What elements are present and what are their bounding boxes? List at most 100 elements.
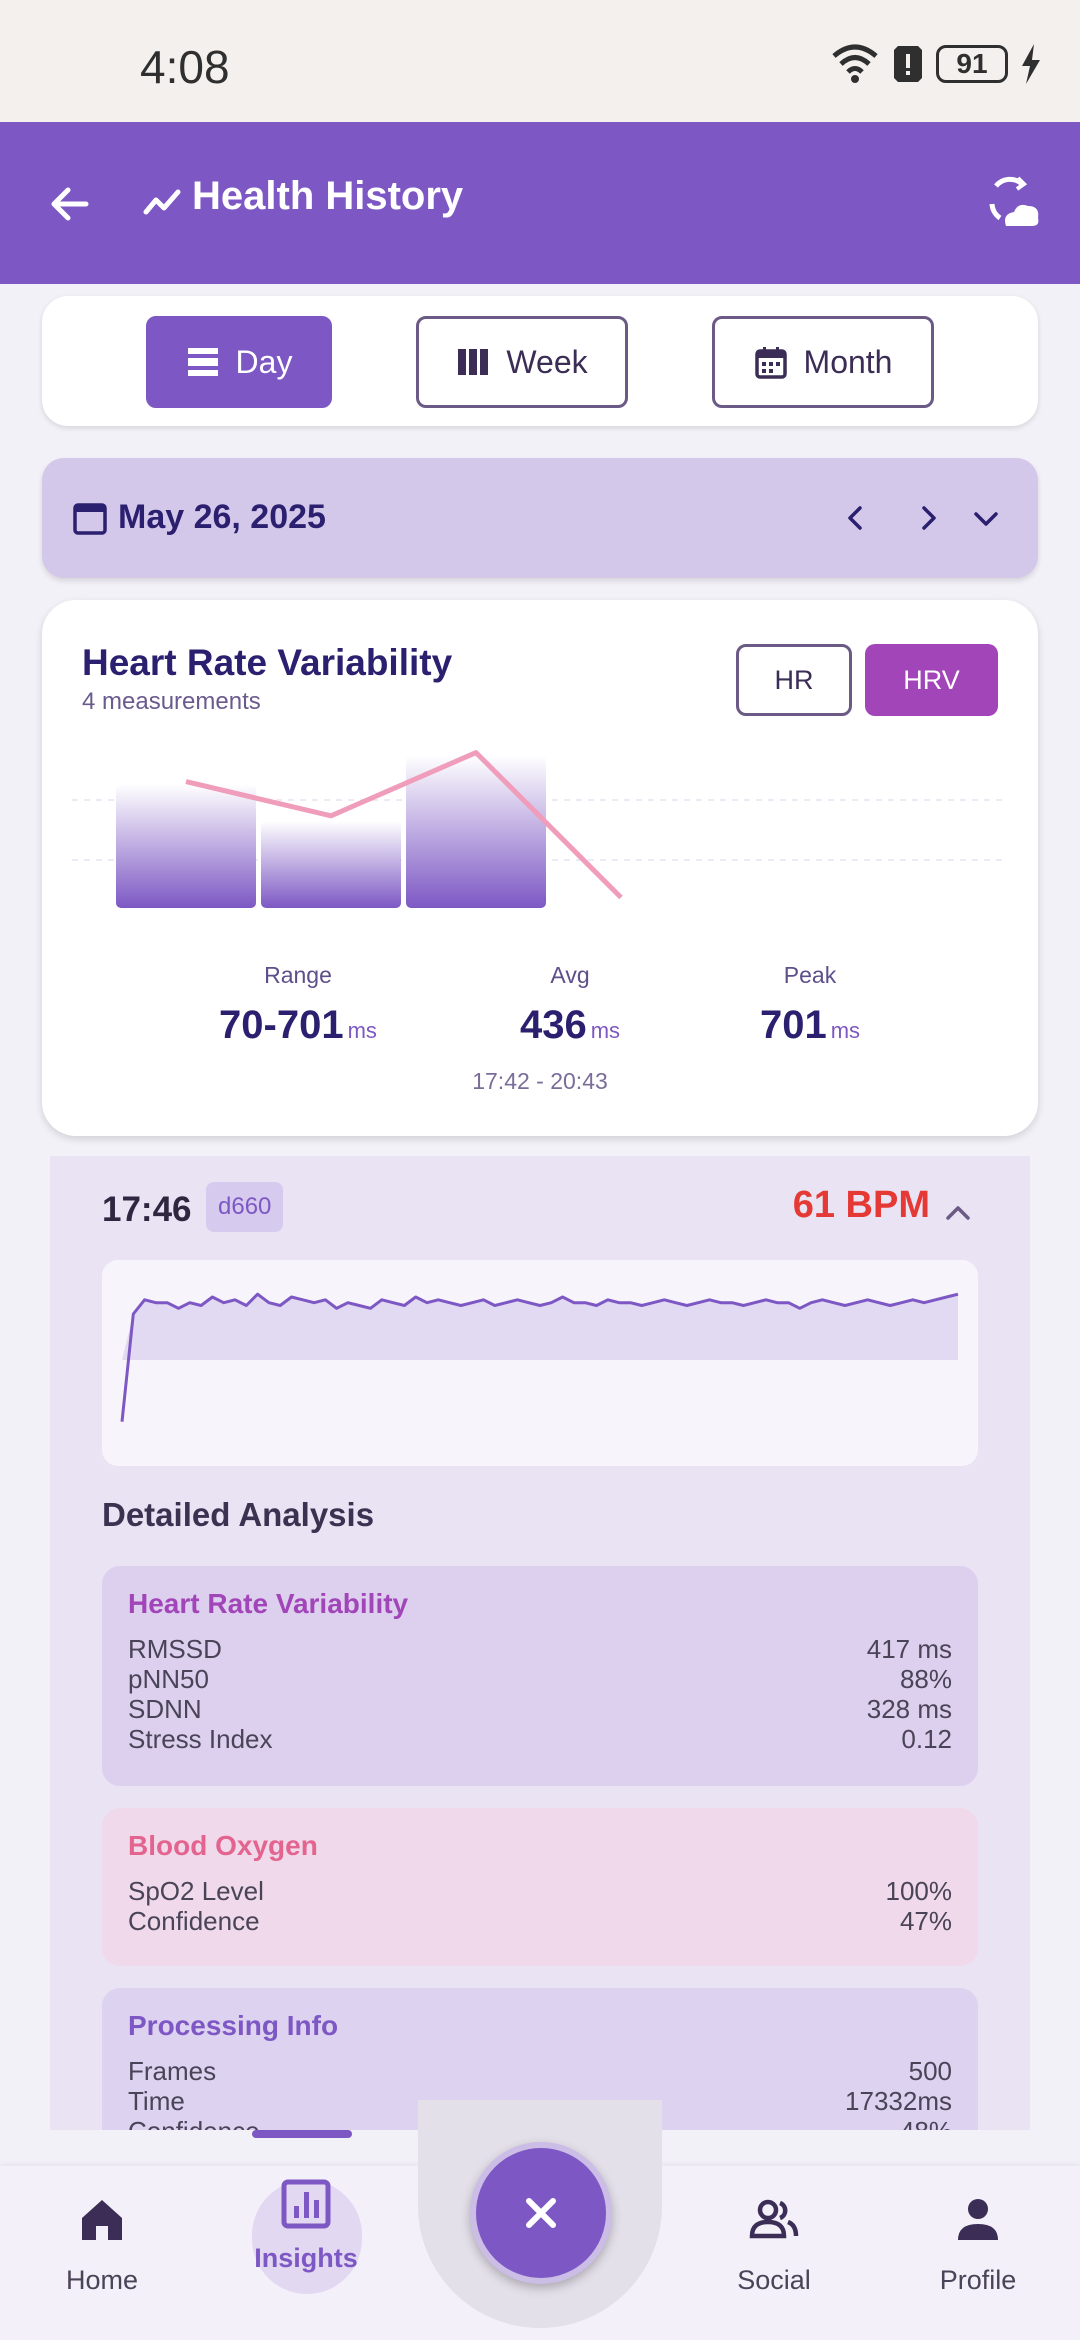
stat-avg-value: 436 [519, 1003, 587, 1047]
metric-label: Time [128, 2086, 185, 2116]
chevron-right-icon[interactable] [904, 494, 952, 542]
chevron-up-icon[interactable] [942, 1196, 974, 1228]
stat-avg-label: Avg [550, 962, 590, 988]
metric-label: SpO2 Level [128, 1876, 264, 1906]
nav-insights-label: Insights [254, 2243, 358, 2273]
date-navigator: May 26, 2025 [42, 458, 1038, 578]
hrv-chart-card: Heart Rate Variability 4 measurements HR… [42, 600, 1038, 1136]
metric-value: 47% [899, 1906, 952, 1936]
stat-range-value: 70-701 [219, 1003, 344, 1047]
scroll-indicator [252, 2130, 352, 2138]
metric-row: Confidence 47% [128, 1906, 952, 1936]
alert-icon [894, 46, 922, 82]
stat-avg-unit: ms [590, 1018, 621, 1043]
close-icon [526, 2198, 556, 2228]
reading-detail-panel: 17:46 d660 61 BPM Detailed Analysis Hear… [50, 1156, 1030, 2130]
metric-value: 17332ms [845, 2086, 952, 2116]
month-label: Month [803, 343, 893, 380]
metric-row: Stress Index 0.12 [128, 1724, 952, 1754]
calendar-icon [73, 503, 107, 535]
battery-indicator: 91 [936, 45, 1008, 83]
processing-info-title: Processing Info [128, 2010, 339, 2041]
selected-date: May 26, 2025 [118, 498, 326, 536]
cloud-sync-icon[interactable] [982, 174, 1044, 234]
reading-time: 17:46 [102, 1190, 192, 1229]
app-bar: Health History [0, 122, 1080, 284]
device-badge: d660 [206, 1182, 284, 1232]
status-time: 4:08 [140, 41, 230, 93]
close-fab-button[interactable] [470, 2142, 612, 2284]
metric-value: 328 ms [866, 1694, 952, 1724]
hrv-toggle-label: HRV [903, 664, 960, 695]
week-button[interactable]: Week [416, 316, 628, 408]
waveform-graph [120, 1292, 959, 1422]
group-icon [749, 2199, 799, 2239]
hrv-bar [406, 755, 546, 908]
metric-row: RMSSD 417 ms [128, 1634, 952, 1664]
stat-peak-value: 701 [759, 1003, 827, 1047]
metric-row: Frames 500 [128, 2056, 952, 2086]
home-icon [82, 2200, 122, 2240]
stat-peak: Peak 701 ms [690, 962, 930, 1048]
metric-label: pNN50 [128, 1664, 209, 1694]
hrv-bar [116, 784, 256, 908]
person-icon [958, 2199, 998, 2240]
metric-row: pNN50 88% [128, 1664, 952, 1694]
stat-avg: Avg 436 ms [450, 962, 690, 1048]
stat-range: Range 70-701 ms [178, 962, 418, 1048]
insights-icon [281, 2179, 331, 2229]
metric-value: 0.12 [901, 1724, 952, 1754]
chevron-down-icon[interactable] [962, 494, 1010, 542]
period-selector: Day Week Month [42, 296, 1038, 426]
metric-value: 88% [899, 1664, 952, 1694]
nav-home[interactable]: Home [22, 2192, 182, 2296]
hr-toggle-button[interactable]: HR [736, 644, 852, 716]
hrv-bar [261, 821, 401, 908]
stat-range-label: Range [264, 962, 332, 988]
day-label: Day [235, 343, 293, 380]
analysis-heading: Detailed Analysis [102, 1496, 375, 1533]
hrv-metrics-card: Heart Rate Variability RMSSD 417 ms pNN50… [102, 1566, 978, 1786]
metric-value: 48% [900, 2116, 952, 2130]
trend-icon [143, 189, 181, 215]
wifi-icon [832, 44, 878, 83]
hrv-toggle-button[interactable]: HRV [865, 644, 998, 716]
view-week-icon [458, 349, 489, 375]
back-arrow-icon[interactable] [42, 174, 102, 234]
month-button[interactable]: Month [712, 316, 934, 408]
metric-label: RMSSD [128, 1634, 222, 1664]
metric-label: Confidence [128, 2116, 260, 2130]
ppg-waveform [102, 1260, 978, 1466]
metric-label: Frames [128, 2056, 217, 2086]
view-day-icon [187, 348, 218, 376]
metric-value: 417 ms [866, 1634, 952, 1664]
blood-oxygen-card: Blood Oxygen SpO2 Level 100% Confidence 47… [102, 1808, 978, 1966]
time-range: 17:42 - 20:43 [472, 1068, 608, 1094]
nav-social[interactable]: Social [694, 2192, 854, 2296]
hr-toggle-label: HR [774, 664, 814, 695]
nav-profile-label: Profile [939, 2265, 1017, 2295]
page-title: Health History [192, 174, 464, 218]
nav-profile[interactable]: Profile [898, 2192, 1058, 2296]
status-bar: 4:08 91 [0, 0, 1080, 122]
metric-value: 500 [908, 2056, 952, 2086]
reading-bpm: 61 BPM [792, 1184, 930, 1226]
nav-home-label: Home [65, 2265, 139, 2295]
calendar-month-icon [754, 347, 787, 379]
metric-label: SDNN [128, 1694, 202, 1724]
nav-social-label: Social [737, 2265, 811, 2295]
hrv-metrics-title: Heart Rate Variability [128, 1588, 409, 1619]
metric-value: 100% [885, 1876, 953, 1906]
nav-insights[interactable]: Insights [226, 2176, 386, 2274]
stat-peak-label: Peak [783, 962, 837, 988]
metric-row: SpO2 Level 100% [128, 1876, 952, 1906]
day-button[interactable]: Day [146, 316, 332, 408]
stat-peak-unit: ms [830, 1018, 861, 1043]
hrv-bar-chart [72, 750, 1008, 908]
chart-subtitle: 4 measurements [82, 688, 261, 715]
stat-range-unit: ms [347, 1018, 377, 1043]
charging-icon [1022, 44, 1040, 84]
status-icons: 91 [830, 44, 1042, 84]
chevron-left-icon[interactable] [832, 494, 880, 542]
metric-label: Stress Index [128, 1724, 273, 1754]
